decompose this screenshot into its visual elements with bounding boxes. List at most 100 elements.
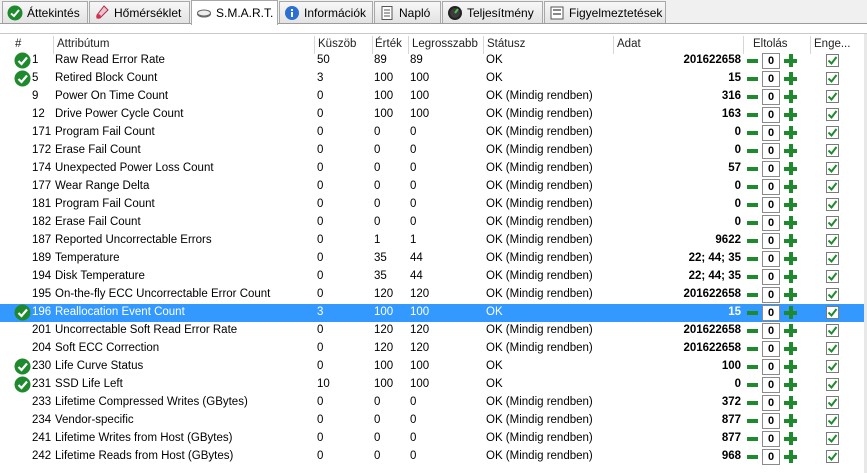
plus-icon[interactable] bbox=[784, 252, 797, 265]
enabled-checkbox[interactable] bbox=[826, 288, 839, 301]
plus-icon[interactable] bbox=[784, 216, 797, 229]
offset-field[interactable]: 0 bbox=[762, 251, 780, 267]
offset-stepper[interactable]: 0 bbox=[744, 394, 800, 412]
minus-icon[interactable] bbox=[746, 163, 759, 175]
offset-stepper[interactable]: 0 bbox=[744, 322, 800, 340]
plus-icon[interactable] bbox=[784, 378, 797, 391]
minus-icon[interactable] bbox=[746, 307, 759, 319]
offset-stepper[interactable]: 0 bbox=[744, 376, 800, 394]
offset-field[interactable]: 0 bbox=[762, 395, 780, 411]
minus-icon[interactable] bbox=[746, 343, 759, 355]
offset-stepper[interactable]: 0 bbox=[744, 178, 800, 196]
offset-field[interactable]: 0 bbox=[762, 71, 780, 87]
offset-stepper[interactable]: 0 bbox=[744, 412, 800, 430]
col-header-worst[interactable]: Legrosszabb bbox=[412, 38, 478, 50]
offset-stepper[interactable]: 0 bbox=[744, 106, 800, 124]
enabled-checkbox[interactable] bbox=[826, 450, 839, 463]
plus-icon[interactable] bbox=[784, 54, 797, 67]
minus-icon[interactable] bbox=[746, 325, 759, 337]
plus-icon[interactable] bbox=[784, 342, 797, 355]
enabled-checkbox[interactable] bbox=[826, 144, 839, 157]
table-row[interactable]: 230 Life Curve Status 0 100 100 OK 100 0 bbox=[0, 358, 867, 376]
table-row[interactable]: 195 On-the-fly ECC Uncorrectable Error Co… bbox=[0, 286, 867, 304]
table-row[interactable]: 204 Soft ECC Correction 0 120 120 OK (Mindig … bbox=[0, 340, 867, 358]
offset-field[interactable]: 0 bbox=[762, 233, 780, 249]
enabled-checkbox[interactable] bbox=[826, 72, 839, 85]
enabled-checkbox[interactable] bbox=[826, 252, 839, 265]
offset-stepper[interactable]: 0 bbox=[744, 214, 800, 232]
table-row[interactable]: 201 Uncorrectable Soft Read Error Rate 0 12… bbox=[0, 322, 867, 340]
enabled-checkbox[interactable] bbox=[826, 432, 839, 445]
table-row[interactable]: 174 Unexpected Power Loss Count 0 0 0 OK (Min… bbox=[0, 160, 867, 178]
minus-icon[interactable] bbox=[746, 361, 759, 373]
tab-log[interactable]: Napló bbox=[374, 1, 441, 23]
tab-performance[interactable]: Teljesítmény bbox=[442, 1, 543, 23]
offset-stepper[interactable]: 0 bbox=[744, 160, 800, 178]
offset-stepper[interactable]: 0 bbox=[744, 196, 800, 214]
offset-stepper[interactable]: 0 bbox=[744, 250, 800, 268]
minus-icon[interactable] bbox=[746, 289, 759, 301]
plus-icon[interactable] bbox=[784, 144, 797, 157]
offset-field[interactable]: 0 bbox=[762, 161, 780, 177]
plus-icon[interactable] bbox=[784, 414, 797, 427]
plus-icon[interactable] bbox=[784, 108, 797, 121]
plus-icon[interactable] bbox=[784, 288, 797, 301]
col-header-offset[interactable]: Eltolás bbox=[753, 38, 788, 50]
minus-icon[interactable] bbox=[746, 73, 759, 85]
plus-icon[interactable] bbox=[784, 396, 797, 409]
table-row[interactable]: 242 Lifetime Reads from Host (GBytes) 0 0 0 O… bbox=[0, 448, 867, 466]
offset-field[interactable]: 0 bbox=[762, 341, 780, 357]
offset-stepper[interactable]: 0 bbox=[744, 232, 800, 250]
offset-field[interactable]: 0 bbox=[762, 53, 780, 69]
enabled-checkbox[interactable] bbox=[826, 198, 839, 211]
offset-stepper[interactable]: 0 bbox=[744, 340, 800, 358]
minus-icon[interactable] bbox=[746, 253, 759, 265]
plus-icon[interactable] bbox=[784, 324, 797, 337]
enabled-checkbox[interactable] bbox=[826, 162, 839, 175]
col-header-data[interactable]: Adat bbox=[617, 38, 641, 50]
offset-field[interactable]: 0 bbox=[762, 359, 780, 375]
tab-alerts[interactable]: Figyelmeztetések bbox=[544, 1, 666, 23]
minus-icon[interactable] bbox=[746, 433, 759, 445]
table-row[interactable]: 231 SSD Life Left 10 100 100 OK 0 0 bbox=[0, 376, 867, 394]
offset-stepper[interactable]: 0 bbox=[744, 286, 800, 304]
offset-field[interactable]: 0 bbox=[762, 197, 780, 213]
table-row[interactable]: 241 Lifetime Writes from Host (GBytes) 0 0 0… bbox=[0, 430, 867, 448]
table-row[interactable]: 1 Raw Read Error Rate 50 89 89 OK 201622658 0 bbox=[0, 52, 867, 70]
tab-temperature[interactable]: Hőmérséklet bbox=[89, 1, 190, 23]
offset-field[interactable]: 0 bbox=[762, 287, 780, 303]
offset-stepper[interactable]: 0 bbox=[744, 142, 800, 160]
plus-icon[interactable] bbox=[784, 450, 797, 463]
offset-field[interactable]: 0 bbox=[762, 413, 780, 429]
enabled-checkbox[interactable] bbox=[826, 360, 839, 373]
table-row[interactable]: 5 Retired Block Count 3 100 100 OK 15 0 bbox=[0, 70, 867, 88]
minus-icon[interactable] bbox=[746, 109, 759, 121]
enabled-checkbox[interactable] bbox=[826, 54, 839, 67]
table-row[interactable]: 194 Disk Temperature 0 35 44 OK (Mindig rendb… bbox=[0, 268, 867, 286]
plus-icon[interactable] bbox=[784, 270, 797, 283]
offset-stepper[interactable]: 0 bbox=[744, 52, 800, 70]
offset-stepper[interactable]: 0 bbox=[744, 268, 800, 286]
plus-icon[interactable] bbox=[784, 234, 797, 247]
table-row[interactable]: 196 Reallocation Event Count 3 100 100 OK 15 0 bbox=[0, 304, 867, 322]
col-header-status[interactable]: Státusz bbox=[487, 38, 525, 50]
plus-icon[interactable] bbox=[784, 72, 797, 85]
offset-field[interactable]: 0 bbox=[762, 179, 780, 195]
enabled-checkbox[interactable] bbox=[826, 180, 839, 193]
col-header-threshold[interactable]: Küszöb bbox=[318, 38, 356, 50]
offset-stepper[interactable]: 0 bbox=[744, 448, 800, 466]
enabled-checkbox[interactable] bbox=[826, 306, 839, 319]
minus-icon[interactable] bbox=[746, 235, 759, 247]
plus-icon[interactable] bbox=[784, 306, 797, 319]
offset-field[interactable]: 0 bbox=[762, 269, 780, 285]
enabled-checkbox[interactable] bbox=[826, 378, 839, 391]
tab-smart[interactable]: S.M.A.R.T. bbox=[191, 0, 278, 25]
tab-overview[interactable]: Áttekintés bbox=[2, 1, 88, 23]
minus-icon[interactable] bbox=[746, 397, 759, 409]
offset-stepper[interactable]: 0 bbox=[744, 70, 800, 88]
minus-icon[interactable] bbox=[746, 271, 759, 283]
plus-icon[interactable] bbox=[784, 126, 797, 139]
plus-icon[interactable] bbox=[784, 360, 797, 373]
enabled-checkbox[interactable] bbox=[826, 396, 839, 409]
offset-field[interactable]: 0 bbox=[762, 449, 780, 465]
